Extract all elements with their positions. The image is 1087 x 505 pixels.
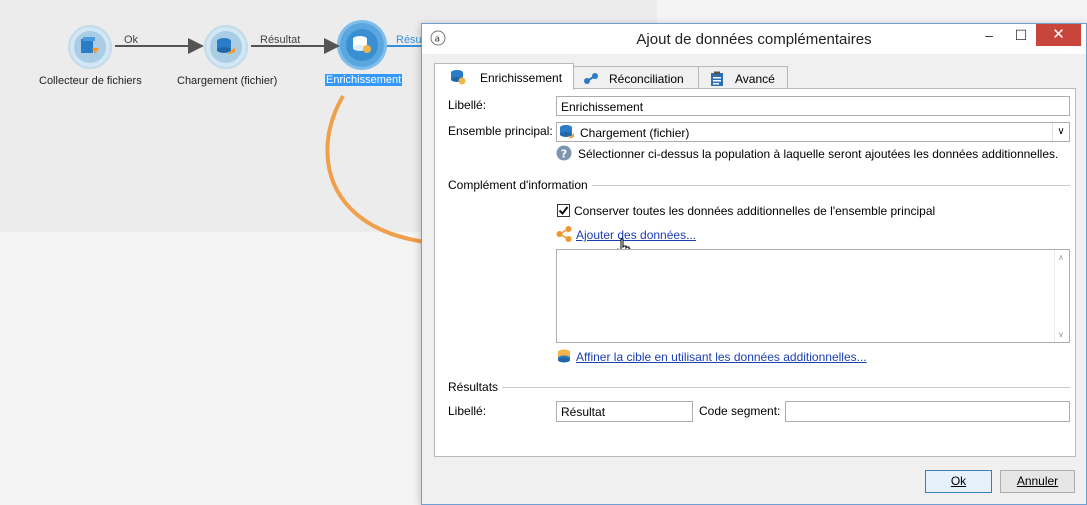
result-libelle-value: Résultat [561, 405, 606, 419]
add-data-link[interactable]: Ajouter des données... [576, 228, 696, 242]
minimize-button[interactable]: – [974, 24, 1004, 46]
node-label-enrichment[interactable]: Enrichissement [325, 74, 403, 86]
chevron-down-icon[interactable]: ∨ [1052, 123, 1069, 141]
segment-code-field[interactable] [785, 401, 1070, 422]
share-icon [556, 226, 572, 242]
help-text: Sélectionner ci-dessus la population à l… [578, 147, 1059, 161]
result-libelle-label: Libellé: [448, 404, 487, 418]
cancel-button[interactable]: Annuler [1000, 470, 1075, 493]
scroll-down-icon[interactable]: ∨ [1058, 330, 1064, 339]
complement-section-title: Complément d'information [448, 178, 592, 192]
data-load-icon [560, 125, 574, 139]
cancel-button-label: Annuler [1016, 474, 1059, 488]
svg-text:?: ? [561, 147, 567, 160]
tab-avance[interactable]: Avancé [698, 66, 788, 89]
tab-label-reconciliation: Réconciliation [609, 72, 684, 86]
help-icon: ? [556, 145, 572, 161]
result-libelle-field[interactable]: Résultat [556, 401, 693, 422]
clipboard-icon [711, 71, 723, 86]
file-collector-icon [81, 37, 99, 54]
enrichment-icon [353, 36, 371, 53]
refine-target-link[interactable]: Affiner la cible en utilisant les donnée… [576, 350, 867, 364]
file-collector-node[interactable] [68, 25, 112, 69]
tab-label-avance: Avancé [735, 72, 775, 86]
maximize-button[interactable]: ☐ [1006, 24, 1036, 46]
section-divider [448, 387, 1070, 388]
node-label-data-load: Chargement (fichier) [177, 75, 278, 87]
tab-reconciliation[interactable]: Réconciliation [572, 66, 700, 89]
libelle-value: Enrichissement [561, 100, 644, 114]
ok-button[interactable]: Ok [925, 470, 992, 493]
tab-enrichissement[interactable]: Enrichissement [434, 63, 574, 90]
transition-label-result-2: Résu [396, 34, 422, 46]
refine-target-icon [558, 349, 570, 363]
enrichment-dialog: a Ajout de données complémentaires – ☐ ✕… [421, 23, 1087, 505]
transition-label-result: Résultat [260, 34, 301, 46]
dialog-titlebar[interactable]: a Ajout de données complémentaires – ☐ ✕ [422, 24, 1086, 54]
tab-panel-enrichissement: Libellé: Enrichissement Ensemble princip… [434, 88, 1076, 457]
ensemble-value: Chargement (fichier) [580, 126, 690, 140]
additional-data-list[interactable]: ∧ ∨ [556, 249, 1070, 343]
close-button[interactable]: ✕ [1036, 24, 1081, 46]
link-icon [584, 73, 598, 84]
segment-code-label: Code segment: [699, 404, 781, 418]
node-label-file-collector: Collecteur de fichiers [39, 75, 142, 87]
libelle-label: Libellé: [448, 98, 487, 112]
ensemble-select[interactable]: Chargement (fichier) ∨ [556, 122, 1070, 142]
scroll-up-icon[interactable]: ∧ [1058, 253, 1064, 262]
data-load-icon [217, 38, 235, 55]
keep-data-label[interactable]: Conserver toutes les données additionnel… [574, 204, 935, 218]
ok-button-label: Ok [950, 474, 967, 488]
tab-label-enrichissement: Enrichissement [480, 71, 563, 85]
enrichment-icon [451, 70, 466, 85]
results-section-title: Résultats [448, 380, 503, 394]
list-scrollbar[interactable]: ∧ ∨ [1054, 250, 1069, 342]
keep-data-checkbox[interactable] [557, 204, 570, 217]
enrichment-node[interactable] [340, 23, 384, 67]
libelle-field[interactable]: Enrichissement [556, 96, 1070, 116]
transition-label-ok: Ok [124, 34, 139, 46]
ensemble-label: Ensemble principal: [448, 124, 553, 138]
checkmark-icon [558, 206, 569, 216]
data-load-node[interactable] [204, 25, 248, 69]
